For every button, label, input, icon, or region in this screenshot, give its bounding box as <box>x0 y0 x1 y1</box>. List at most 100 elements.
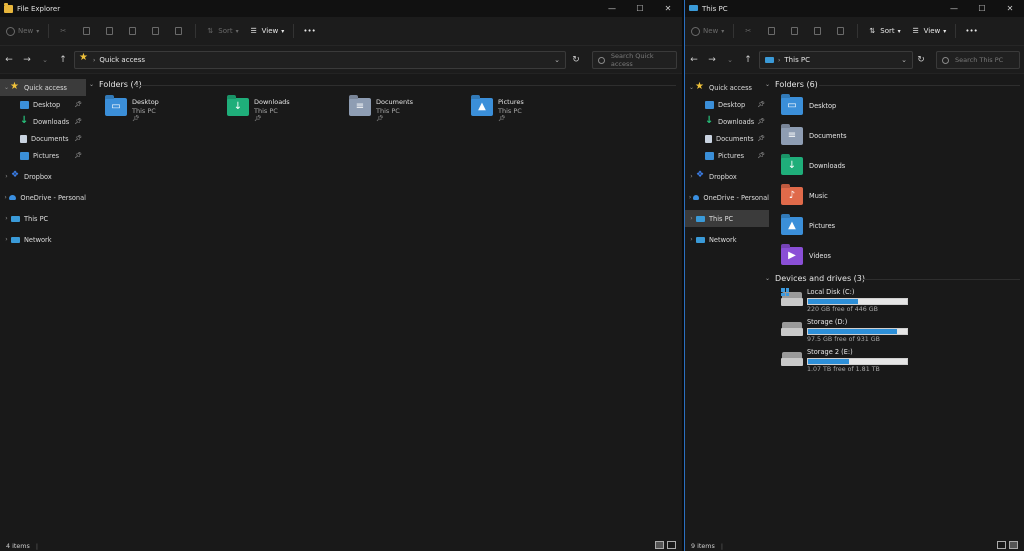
chevron-right-icon[interactable]: › <box>687 236 696 243</box>
close-button[interactable]: ✕ <box>996 0 1024 17</box>
folder-tile-desktop[interactable]: ▭ Desktop This PC 📌︎ <box>105 98 159 124</box>
folder-tile-pictures[interactable]: ▲ Pictures This PC 📌︎ <box>471 98 524 124</box>
minimize-button[interactable]: — <box>940 0 968 17</box>
details-view-icon[interactable] <box>997 541 1006 549</box>
title-bar[interactable]: This PC — ☐ ✕ <box>685 0 1024 17</box>
forward-arrow-icon[interactable]: → <box>703 55 721 65</box>
view-button[interactable]: ☰ View ▾ <box>906 21 952 41</box>
back-arrow-icon[interactable]: ← <box>0 55 18 65</box>
nav-item-documents[interactable]: Documents 📌︎ <box>0 130 86 147</box>
more-options-button[interactable]: ••• <box>298 21 320 41</box>
nav-item-desktop[interactable]: Desktop 📌︎ <box>685 96 769 113</box>
address-bar[interactable]: › This PC ⌄ <box>759 51 913 69</box>
videos-folder-icon: ▶ <box>781 247 803 265</box>
title-bar[interactable]: File Explorer — ☐ ✕ <box>0 0 682 17</box>
chevron-down-icon[interactable]: ⌄ <box>765 275 770 282</box>
chevron-down-icon[interactable]: ⌄ <box>721 56 739 64</box>
tiles-view-icon[interactable] <box>667 541 676 549</box>
nav-item-quick-access[interactable]: ⌄Quick access <box>685 79 769 96</box>
nav-item-documents[interactable]: Documents 📌︎ <box>685 130 769 147</box>
drive-item-c[interactable]: Local Disk (C:) 220 GB free of 446 GB <box>781 288 908 314</box>
cut-button[interactable]: ✂ <box>738 21 761 41</box>
search-placeholder: Search This PC <box>955 56 1004 64</box>
nav-item-desktop[interactable]: Desktop 📌︎ <box>0 96 86 113</box>
chevron-down-icon[interactable]: ⌄ <box>36 56 54 64</box>
address-bar[interactable]: ★ › Quick access ⌄ <box>74 51 566 69</box>
chevron-right-icon[interactable]: › <box>687 215 696 222</box>
delete-button[interactable] <box>830 21 853 41</box>
close-button[interactable]: ✕ <box>654 0 682 17</box>
sort-button[interactable]: ⇅ Sort ▾ <box>862 21 905 41</box>
file-explorer-window-quick-access: File Explorer — ☐ ✕ New ▾ ✂ ⇅ Sort ▾ ☰ View ▾… <box>0 0 682 551</box>
more-options-button[interactable]: ••• <box>960 21 982 41</box>
nav-item-quick-access[interactable]: ⌄Quick access <box>0 79 86 96</box>
drive-item-d[interactable]: Storage (D:) 97.5 GB free of 931 GB <box>781 318 908 344</box>
nav-item-this-pc[interactable]: › This PC <box>685 210 769 227</box>
cut-button[interactable]: ✂ <box>53 21 76 41</box>
paste-button[interactable] <box>784 21 807 41</box>
nav-item-network[interactable]: › Network <box>0 231 86 248</box>
copy-button[interactable] <box>761 21 784 41</box>
details-view-icon[interactable] <box>655 541 664 549</box>
address-dropdown-icon[interactable]: ⌄ <box>554 56 560 64</box>
sort-button[interactable]: ⇅ Sort ▾ <box>200 21 243 41</box>
divider <box>293 24 295 38</box>
breadcrumb-location[interactable]: This PC <box>784 56 810 64</box>
chevron-right-icon[interactable]: › <box>2 194 9 201</box>
section-header-folders[interactable]: ⌄ Folders (6) <box>765 80 818 89</box>
folder-item-pictures[interactable]: ▲ Pictures <box>781 217 835 235</box>
maximize-button[interactable]: ☐ <box>626 0 654 17</box>
nav-item-network[interactable]: › Network <box>685 231 769 248</box>
up-arrow-icon[interactable]: ↑ <box>739 55 757 65</box>
share-button[interactable] <box>145 21 168 41</box>
folder-item-music[interactable]: ♪ Music <box>781 187 828 205</box>
folder-item-documents[interactable]: ≡ Documents <box>781 127 847 145</box>
forward-arrow-icon[interactable]: → <box>18 55 36 65</box>
search-box[interactable]: Search Quick access <box>592 51 677 69</box>
chevron-right-icon[interactable]: › <box>687 173 696 180</box>
nav-item-pictures[interactable]: Pictures 📌︎ <box>685 147 769 164</box>
nav-item-this-pc[interactable]: › This PC <box>0 210 86 227</box>
folder-item-videos[interactable]: ▶ Videos <box>781 247 831 265</box>
chevron-right-icon[interactable]: › <box>2 173 11 180</box>
folder-item-downloads[interactable]: ↓ Downloads <box>781 157 845 175</box>
address-dropdown-icon[interactable]: ⌄ <box>901 56 907 64</box>
chevron-right-icon[interactable]: › <box>2 236 11 243</box>
paste-button[interactable] <box>99 21 122 41</box>
desktop-icon <box>705 100 714 109</box>
search-box[interactable]: Search This PC <box>936 51 1020 69</box>
folder-tile-downloads[interactable]: ↓ Downloads This PC 📌︎ <box>227 98 290 124</box>
nav-item-onedrive[interactable]: › OneDrive - Personal <box>685 189 769 206</box>
nav-item-downloads[interactable]: Downloads📌︎ <box>685 113 769 130</box>
refresh-icon[interactable]: ↻ <box>568 51 584 69</box>
tiles-view-icon[interactable] <box>1009 541 1018 549</box>
up-arrow-icon[interactable]: ↑ <box>54 55 72 65</box>
nav-item-pictures[interactable]: Pictures 📌︎ <box>0 147 86 164</box>
nav-item-dropbox[interactable]: › Dropbox <box>0 168 86 185</box>
new-button[interactable]: New ▾ <box>685 21 729 41</box>
delete-button[interactable] <box>168 21 191 41</box>
drive-free-space: 1.07 TB free of 1.81 TB <box>807 366 880 373</box>
search-icon <box>942 56 949 64</box>
minimize-button[interactable]: — <box>598 0 626 17</box>
copy-button[interactable] <box>76 21 99 41</box>
nav-item-downloads[interactable]: Downloads📌︎ <box>0 113 86 130</box>
rename-button[interactable] <box>807 21 830 41</box>
maximize-button[interactable]: ☐ <box>968 0 996 17</box>
pictures-icon <box>705 151 714 160</box>
nav-item-onedrive[interactable]: › OneDrive - Personal <box>0 189 86 206</box>
refresh-icon[interactable]: ↻ <box>913 51 929 69</box>
view-button[interactable]: ☰ View ▾ <box>244 21 290 41</box>
rename-button[interactable] <box>122 21 145 41</box>
drive-item-e[interactable]: Storage 2 (E:) 1.07 TB free of 1.81 TB <box>781 348 908 374</box>
folder-item-desktop[interactable]: ▭ Desktop <box>781 97 836 115</box>
new-button[interactable]: New ▾ <box>0 21 44 41</box>
nav-item-dropbox[interactable]: › Dropbox <box>685 168 769 185</box>
folder-tile-documents[interactable]: ≡ Documents This PC 📌︎ <box>349 98 413 124</box>
section-header-devices[interactable]: ⌄ Devices and drives (3) <box>765 274 865 283</box>
back-arrow-icon[interactable]: ← <box>685 55 703 65</box>
chevron-down-icon[interactable]: ⌄ <box>89 81 94 88</box>
chevron-right-icon[interactable]: › <box>2 215 11 222</box>
breadcrumb-location[interactable]: Quick access <box>99 56 145 64</box>
chevron-down-icon[interactable]: ⌄ <box>765 81 770 88</box>
